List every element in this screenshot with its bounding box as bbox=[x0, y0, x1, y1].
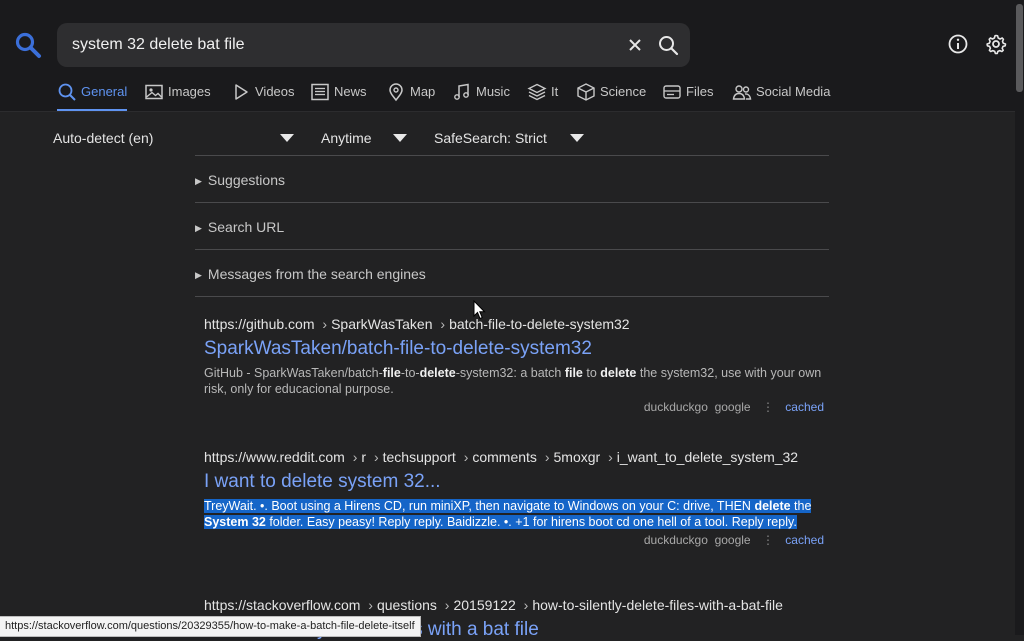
result-snippet: TreyWait. •. Boot using a Hirens CD, run… bbox=[204, 499, 812, 529]
tab-label: Videos bbox=[255, 84, 295, 99]
clear-icon[interactable] bbox=[625, 35, 645, 55]
result-item: https://www.reddit.com › r › techsupport ›… bbox=[204, 449, 824, 547]
expand-triangle-icon: ▶ bbox=[195, 223, 202, 233]
newspaper-icon bbox=[311, 83, 329, 101]
tab-social-media[interactable]: Social Media bbox=[732, 84, 830, 110]
more-dots-icon[interactable]: ⋮ bbox=[762, 400, 774, 414]
image-icon bbox=[145, 84, 163, 100]
searxng-logo-icon[interactable] bbox=[14, 31, 42, 59]
tab-label: It bbox=[551, 84, 559, 99]
tab-label: Music bbox=[476, 84, 510, 99]
map-pin-icon bbox=[389, 83, 403, 102]
divider bbox=[195, 296, 829, 297]
tab-label: Science bbox=[600, 84, 647, 99]
chevron-down-icon[interactable] bbox=[393, 134, 407, 142]
cube-icon bbox=[577, 83, 595, 101]
language-select[interactable]: Auto-detect (en) bbox=[53, 130, 153, 146]
chevron-down-icon[interactable] bbox=[570, 134, 584, 142]
tab-videos[interactable]: Videos bbox=[231, 84, 295, 110]
search-url-section[interactable]: ▶ Search URL bbox=[195, 202, 829, 249]
header-bar: system 32 delete bat file General Images bbox=[0, 0, 1024, 635]
status-bar-url: https://stackoverflow.com/questions/2032… bbox=[0, 616, 421, 637]
tab-files[interactable]: Files bbox=[662, 84, 713, 110]
result-engines: duckduckgo google ⋮ cached bbox=[643, 533, 824, 547]
tab-map[interactable]: Map bbox=[386, 83, 436, 110]
tab-general[interactable]: General bbox=[57, 83, 128, 111]
result-snippet: GitHub - SparkWasTaken/batch-file-to-del… bbox=[204, 366, 822, 396]
mouse-cursor-icon bbox=[473, 300, 486, 320]
suggestions-section[interactable]: ▶ Suggestions bbox=[195, 155, 829, 202]
tab-label: Files bbox=[686, 84, 714, 99]
safesearch-select[interactable]: SafeSearch: Strict bbox=[434, 130, 547, 146]
tab-music[interactable]: Music bbox=[452, 83, 510, 110]
result-url[interactable]: https://www.reddit.com › r › techsupport ›… bbox=[204, 449, 824, 465]
result-engines: duckduckgo google ⋮ cached bbox=[643, 400, 824, 414]
chevron-down-icon[interactable] bbox=[280, 134, 294, 142]
gear-icon[interactable] bbox=[985, 33, 1007, 55]
expand-triangle-icon: ▶ bbox=[195, 176, 202, 186]
result-url[interactable]: https://stackoverflow.com › questions › 20… bbox=[204, 597, 824, 613]
tab-label: Map bbox=[410, 84, 436, 99]
tab-it[interactable]: It bbox=[527, 83, 559, 110]
search-input[interactable]: system 32 delete bat file bbox=[72, 36, 245, 54]
engine-messages-section[interactable]: ▶ Messages from the search engines bbox=[195, 249, 829, 296]
tab-label: News bbox=[334, 84, 367, 99]
play-icon bbox=[235, 84, 248, 100]
cached-link[interactable]: cached bbox=[785, 533, 824, 547]
result-title-link[interactable]: SparkWasTaken/batch-file-to-delete-syste… bbox=[204, 338, 824, 360]
result-url[interactable]: https://github.com › SparkWasTaken › batch… bbox=[204, 316, 824, 332]
layers-icon bbox=[527, 83, 547, 101]
section-label: Messages from the search engines bbox=[207, 266, 426, 282]
search-icon bbox=[58, 83, 76, 101]
tab-images[interactable]: Images bbox=[144, 84, 211, 110]
tab-news[interactable]: News bbox=[310, 83, 367, 110]
search-box: system 32 delete bat file bbox=[57, 23, 690, 67]
scrollbar-thumb[interactable] bbox=[1016, 4, 1023, 92]
tab-label: General bbox=[81, 84, 128, 99]
tab-science[interactable]: Science bbox=[576, 83, 647, 110]
scrollbar[interactable] bbox=[1015, 0, 1024, 635]
more-dots-icon[interactable]: ⋮ bbox=[762, 533, 774, 547]
result-title-link[interactable]: I want to delete system 32... bbox=[204, 471, 824, 493]
time-range-select[interactable]: Anytime bbox=[321, 130, 372, 146]
people-icon bbox=[732, 85, 752, 100]
cached-link[interactable]: cached bbox=[785, 400, 824, 414]
music-note-icon bbox=[454, 83, 469, 100]
search-button-icon[interactable] bbox=[657, 34, 679, 56]
section-label: Suggestions bbox=[207, 172, 285, 188]
expand-triangle-icon: ▶ bbox=[195, 270, 202, 280]
drive-icon bbox=[663, 85, 681, 99]
result-item: https://github.com › SparkWasTaken › batch… bbox=[204, 316, 824, 414]
info-icon[interactable] bbox=[947, 33, 969, 55]
tab-label: Social Media bbox=[756, 84, 831, 99]
section-label: Search URL bbox=[207, 219, 285, 235]
tab-label: Images bbox=[168, 84, 211, 99]
